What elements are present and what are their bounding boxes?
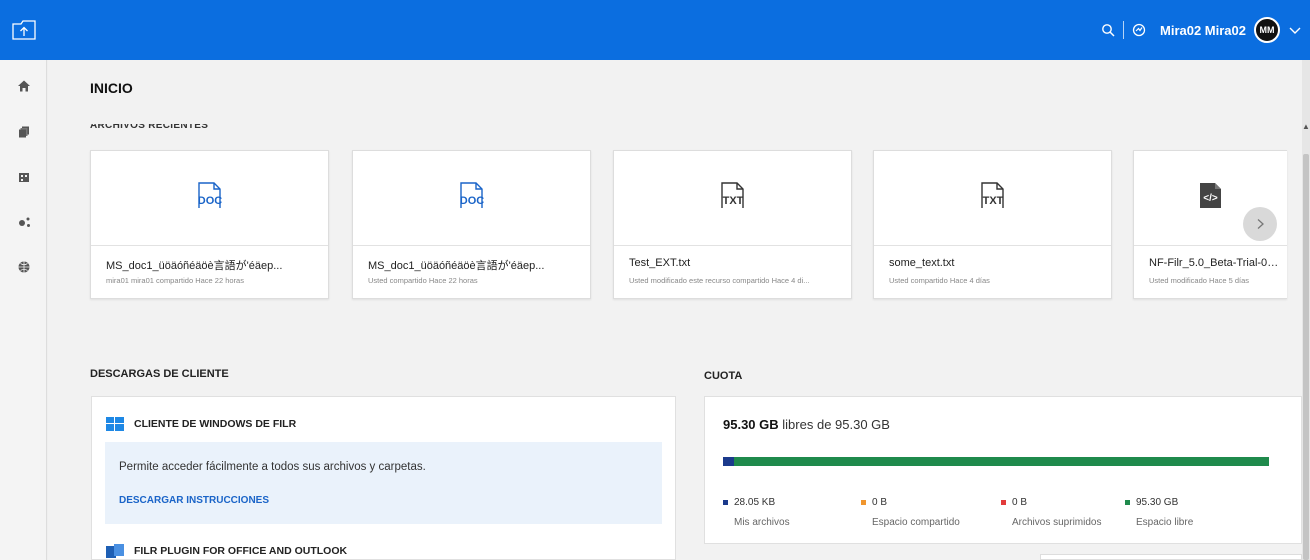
windows-client-body: Permite acceder fácilmente a todos sus a…: [105, 442, 662, 524]
legend-value: 0 B: [872, 497, 888, 508]
recent-file-card[interactable]: TXT Test_EXT.txt Usted modificado este r…: [613, 150, 852, 299]
file-meta: Usted compartido Hace 4 días: [889, 276, 990, 285]
quota-free-value: 95.30 GB: [723, 417, 779, 432]
quota-summary: 95.30 GB libres de 95.30 GB: [723, 417, 890, 432]
legend-swatch: [861, 500, 866, 505]
carousel-next-button[interactable]: [1243, 207, 1277, 241]
recent-file-card[interactable]: TXT some_text.txt Usted compartido Hace …: [873, 150, 1112, 299]
doc-file-icon: DOC: [193, 180, 227, 217]
legend-shared-space: 0 B Espacio compartido: [861, 497, 960, 528]
code-file-icon: </>: [1194, 180, 1228, 217]
file-meta: Usted compartido Hace 22 horas: [368, 276, 478, 285]
download-instructions-link[interactable]: DESCARGAR INSTRUCCIONES: [119, 495, 269, 506]
legend-free-space: 95.30 GB Espacio libre: [1125, 497, 1193, 528]
search-icon[interactable]: [1101, 23, 1115, 37]
activity-icon[interactable]: [1132, 23, 1146, 37]
file-name[interactable]: NF-Filr_5.0_Beta-Trial-001.x: [1149, 257, 1284, 269]
avatar[interactable]: MM: [1254, 17, 1280, 43]
floating-panel-edge: [1040, 554, 1302, 560]
office-plugin-icon: [106, 544, 124, 558]
legend-value: 0 B: [1012, 497, 1028, 508]
windows-client-description: Permite acceder fácilmente a todos sus a…: [119, 461, 426, 473]
chevron-down-icon[interactable]: [1288, 25, 1302, 35]
file-type-label: </>: [1203, 193, 1218, 204]
windows-logo-icon: [106, 417, 124, 431]
legend-swatch: [1125, 500, 1130, 505]
file-thumbnail: DOC: [91, 151, 328, 246]
quota-usage-bar: [723, 457, 1269, 466]
shared-icon[interactable]: [0, 208, 47, 236]
file-type-label: TXT: [722, 195, 743, 207]
doc-file-icon: DOC: [455, 180, 489, 217]
upload-folder-icon[interactable]: [0, 0, 47, 60]
quota-total-text: libres de 95.30 GB: [782, 417, 890, 432]
user-name[interactable]: Mira02 Mira02: [1160, 23, 1246, 38]
recent-file-card[interactable]: DOC MS_doc1_üöäóñéäöè言語が'éäep... Usted c…: [352, 150, 591, 299]
file-name[interactable]: some_text.txt: [889, 257, 1104, 269]
client-downloads-heading: DESCARGAS DE CLIENTE: [90, 368, 229, 380]
file-meta: Usted modificado Hace 5 días: [1149, 276, 1250, 285]
legend-label: Archivos suprimidos: [1012, 517, 1102, 528]
legend-swatch: [723, 500, 728, 505]
quota-panel: 95.30 GB libres de 95.30 GB 28.05 KB Mis…: [704, 396, 1302, 544]
legend-label: Espacio libre: [1136, 517, 1194, 528]
file-thumbnail: DOC: [353, 151, 590, 246]
sidebar: [0, 60, 47, 560]
recent-files-heading: ARCHIVOS RECIENTES: [90, 120, 209, 131]
quota-used-segment: [723, 457, 734, 466]
file-type-label: DOC: [197, 195, 222, 207]
public-icon[interactable]: [0, 253, 47, 281]
txt-file-icon: TXT: [716, 180, 750, 217]
main-content: INICIO ARCHIVOS RECIENTES DOC MS_doc1_üö…: [48, 60, 1302, 560]
file-meta: Usted modificado este recurso compartido…: [629, 276, 810, 285]
windows-client-header: CLIENTE DE WINDOWS DE FILR: [106, 417, 296, 431]
file-name[interactable]: MS_doc1_üöäóñéäöè言語が'éäep...: [368, 257, 583, 273]
legend-my-files: 28.05 KB Mis archivos: [723, 497, 790, 528]
legend-value: 95.30 GB: [1136, 497, 1179, 508]
home-icon[interactable]: [0, 72, 47, 100]
legend-swatch: [1001, 500, 1006, 505]
user-toolbar: Mira02 Mira02 MM: [1101, 0, 1302, 60]
legend-value: 28.05 KB: [734, 497, 776, 508]
top-bar: Mira02 Mira02 MM: [0, 0, 1310, 60]
windows-client-title: CLIENTE DE WINDOWS DE FILR: [134, 418, 297, 430]
office-plugin-title: FILR PLUGIN FOR OFFICE AND OUTLOOK: [134, 545, 348, 557]
file-type-label: DOC: [459, 195, 484, 207]
toolbar-divider: [1123, 21, 1124, 39]
scrollbar-thumb[interactable]: [1303, 154, 1309, 560]
net-folders-icon[interactable]: [0, 163, 47, 191]
txt-file-icon: TXT: [976, 180, 1010, 217]
quota-heading: CUOTA: [704, 370, 743, 382]
client-downloads-panel: CLIENTE DE WINDOWS DE FILR Permite acced…: [91, 396, 676, 560]
my-files-icon[interactable]: [0, 118, 47, 146]
recent-file-card[interactable]: DOC MS_doc1_üöäóñéäöè言語が'éäep... mira01 …: [90, 150, 329, 299]
file-type-label: TXT: [982, 195, 1003, 207]
scroll-up-arrow-icon[interactable]: ▲: [1302, 122, 1310, 131]
file-meta: mira01 mira01 compartido Hace 22 horas: [106, 276, 244, 285]
file-name[interactable]: MS_doc1_üöäóñéäöè言語が'éäep...: [106, 257, 321, 273]
main-scrollbar[interactable]: ▲: [1302, 60, 1310, 560]
file-thumbnail: TXT: [614, 151, 851, 246]
office-plugin-header: FILR PLUGIN FOR OFFICE AND OUTLOOK: [106, 544, 347, 558]
legend-label: Espacio compartido: [872, 517, 960, 528]
file-name[interactable]: Test_EXT.txt: [629, 257, 844, 269]
legend-label: Mis archivos: [734, 517, 790, 528]
page-title: INICIO: [90, 80, 133, 96]
file-thumbnail: TXT: [874, 151, 1111, 246]
chevron-right-icon: [1255, 218, 1265, 230]
legend-deleted-files: 0 B Archivos suprimidos: [1001, 497, 1101, 528]
